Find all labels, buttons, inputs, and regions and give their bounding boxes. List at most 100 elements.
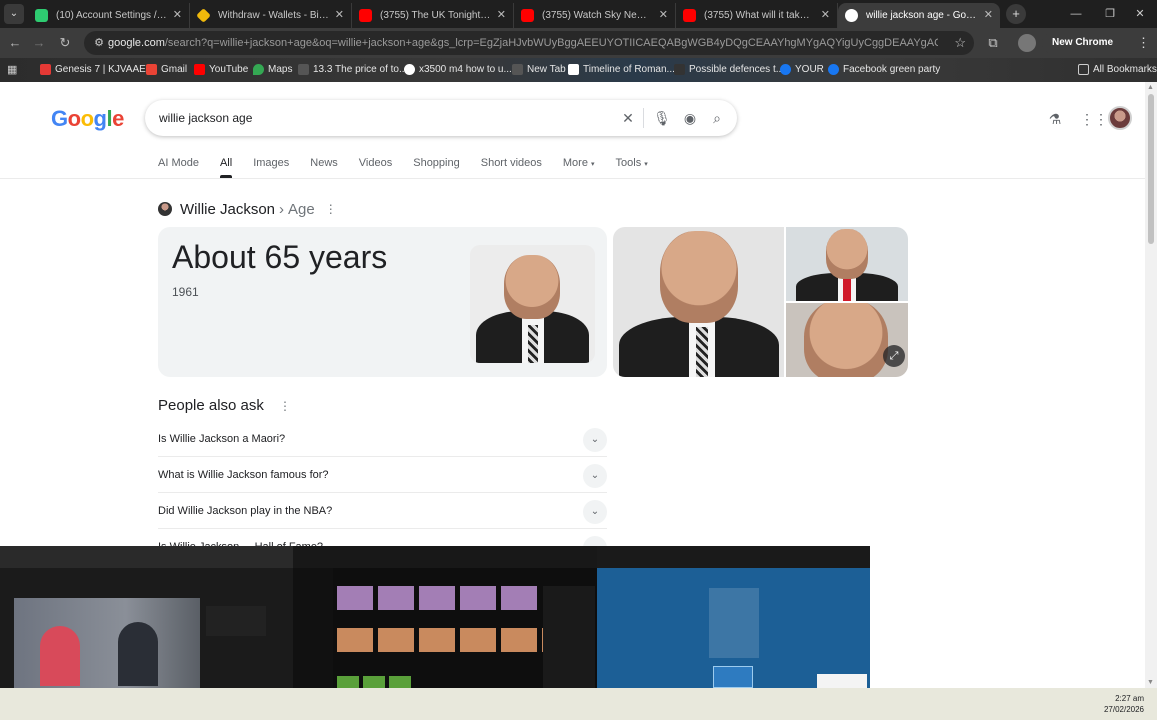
bookmark-star-icon[interactable]: ☆ — [954, 34, 966, 52]
tab-tools[interactable]: Tools ▾ — [616, 152, 648, 176]
image-result-1[interactable] — [613, 227, 784, 377]
more-options-icon[interactable]: ⋮ — [325, 202, 337, 216]
scroll-up-icon[interactable]: ▲ — [1147, 84, 1154, 91]
bookmark-item[interactable]: Possible defences t... — [674, 58, 784, 82]
bookmark-label: Gmail — [161, 64, 188, 75]
bookmark-item[interactable]: 13.3 The price of to... — [298, 58, 407, 82]
chrome-menu-icon[interactable]: ⋮ — [1137, 34, 1150, 52]
scroll-down-icon[interactable]: ▼ — [1147, 679, 1154, 686]
bookmark-label: Timeline of Roman... — [583, 64, 675, 75]
tie-shape — [528, 325, 538, 363]
tab-close-icon[interactable]: ✕ — [497, 3, 506, 28]
tab-close-icon[interactable]: ✕ — [821, 3, 830, 28]
portrait-image[interactable] — [470, 245, 595, 363]
tab-search-button[interactable]: ⌄ — [4, 4, 24, 24]
breadcrumb-separator: › — [279, 200, 285, 218]
new-tab-button[interactable]: + — [1006, 4, 1026, 24]
google-icon — [404, 64, 415, 75]
reload-icon[interactable]: ↻ — [56, 34, 74, 52]
tab-label: (3755) The UK Tonight | Home — [380, 10, 514, 21]
preview-thumb-row — [337, 628, 543, 652]
bookmark-label: Maps — [268, 64, 293, 75]
lens-icon[interactable]: ◉ — [681, 109, 699, 127]
bookmark-item[interactable]: YouTube — [194, 58, 248, 82]
tab-images[interactable]: Images — [253, 152, 289, 176]
preview-chrome — [0, 546, 293, 568]
gmail-icon — [146, 64, 157, 75]
tab-shopping[interactable]: Shopping — [413, 152, 460, 176]
tab-close-icon[interactable]: ✕ — [984, 3, 993, 28]
tab-dog-video[interactable]: (3755) What will it take for dog ✕ — [676, 3, 838, 28]
bookmark-favicon-icon — [674, 64, 685, 75]
tab-close-icon[interactable]: ✕ — [659, 3, 668, 28]
bookmark-item[interactable]: Timeline of Roman... — [568, 58, 675, 82]
tab-close-icon[interactable]: ✕ — [335, 3, 344, 28]
bookmark-item[interactable]: Facebook green party — [828, 58, 940, 82]
tab-list: (10) Account Settings / Stream ✕ Withdra… — [28, 3, 1000, 28]
google-logo[interactable]: Google — [51, 106, 124, 132]
paa-question[interactable]: Is Willie Jackson a Maori? ⌄ — [158, 421, 607, 457]
url-text[interactable]: google.com/search?q=willie+jackson+age&o… — [108, 31, 938, 55]
tab-binance[interactable]: Withdraw - Wallets - Binance ✕ — [190, 3, 352, 28]
bookmark-item[interactable]: Gmail — [146, 58, 187, 82]
clear-search-icon[interactable]: ✕ — [619, 109, 637, 127]
labs-icon[interactable]: ⚗ — [1046, 110, 1064, 128]
window-close-icon[interactable]: ✕ — [1123, 0, 1157, 28]
folder-icon — [1078, 64, 1089, 75]
forward-icon[interactable]: → — [30, 34, 48, 52]
back-icon[interactable]: ← — [6, 34, 24, 52]
face-shape — [804, 303, 888, 377]
tab-news[interactable]: News — [310, 152, 338, 176]
tab-close-icon[interactable]: ✕ — [173, 3, 182, 28]
expand-images-icon[interactable]: ⤢ — [883, 345, 905, 367]
tab-videos[interactable]: Videos — [359, 152, 392, 176]
tab-more[interactable]: More ▾ — [563, 152, 595, 176]
search-box[interactable]: willie jackson age ✕ 🎙 ◉ ⌕ — [145, 100, 737, 136]
account-avatar[interactable] — [1108, 106, 1132, 130]
image-result-2[interactable] — [786, 227, 908, 301]
minimize-icon[interactable]: — — [1059, 0, 1093, 28]
tab-ai-mode[interactable]: AI Mode — [158, 152, 199, 176]
browser-toolbar: ← → ↻ ⚙ google.com/search?q=willie+jacks… — [0, 28, 1157, 70]
site-info-icon[interactable]: ⚙ — [90, 34, 108, 52]
restore-icon[interactable]: ❐ — [1093, 0, 1127, 28]
tab-sky-news[interactable]: (3755) Watch Sky News - YouTu ✕ — [514, 3, 676, 28]
tab-google-search[interactable]: willie jackson age - Google Se ✕ — [838, 3, 1000, 28]
page-scrollbar[interactable]: ▲ ▼ — [1145, 82, 1157, 688]
extensions-icon[interactable]: ⧉ — [984, 34, 1002, 52]
search-icon[interactable]: ⌕ — [708, 109, 726, 127]
face-shape — [826, 229, 868, 279]
profile-icon[interactable] — [1018, 34, 1036, 52]
tab-account-settings[interactable]: (10) Account Settings / Stream ✕ — [28, 3, 190, 28]
taskbar-clock[interactable]: 2:27 am 27/02/2026 — [1104, 693, 1144, 715]
bookmark-item[interactable]: Maps — [253, 58, 292, 82]
google-apps-icon[interactable]: ⋮⋮ — [1080, 110, 1108, 128]
preview-presenter — [40, 626, 80, 686]
microphone-icon[interactable]: 🎙 — [653, 109, 671, 127]
chevron-down-icon[interactable]: ⌄ — [583, 464, 607, 488]
bookmarks-bar: ▦ Genesis 7 | KJVAAE... Gmail YouTube Ma… — [0, 58, 1157, 82]
bookmark-label: New Tab — [527, 64, 566, 75]
apps-icon[interactable]: ▦ — [7, 63, 21, 77]
all-bookmarks-button[interactable]: All Bookmarks — [1078, 58, 1157, 82]
bookmark-item[interactable]: YOUR — [780, 58, 824, 82]
tab-short-videos[interactable]: Short videos — [481, 152, 542, 176]
google-favicon-icon — [845, 9, 858, 22]
chevron-down-icon[interactable]: ⌄ — [583, 500, 607, 524]
paa-question[interactable]: What is Willie Jackson famous for? ⌄ — [158, 457, 607, 493]
address-bar[interactable]: ⚙ google.com/search?q=willie+jackson+age… — [84, 31, 974, 55]
scrollbar-thumb[interactable] — [1148, 94, 1154, 244]
chevron-down-icon[interactable]: ⌄ — [583, 428, 607, 452]
bookmark-item[interactable]: Genesis 7 | KJVAAE... — [40, 58, 154, 82]
bookmark-item[interactable]: x3500 m4 how to u... — [404, 58, 512, 82]
maps-icon — [253, 64, 264, 75]
tab-all[interactable]: All — [219, 152, 233, 178]
face-shape — [660, 231, 738, 323]
bookmark-item[interactable]: New Tab — [512, 58, 566, 82]
tab-uk-tonight[interactable]: (3755) The UK Tonight | Home ✕ — [352, 3, 514, 28]
paa-options-icon[interactable]: ⋮ — [279, 399, 291, 413]
entity-name[interactable]: Willie Jackson — [180, 201, 275, 218]
paa-question[interactable]: Did Willie Jackson play in the NBA? ⌄ — [158, 493, 607, 529]
youtube-icon — [194, 64, 205, 75]
search-input[interactable]: willie jackson age — [159, 100, 252, 136]
